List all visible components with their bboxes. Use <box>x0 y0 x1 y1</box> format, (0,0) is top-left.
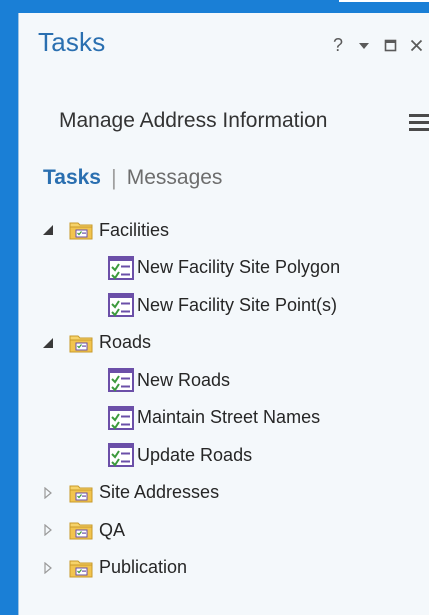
tree-group-label: Facilities <box>99 219 170 240</box>
collapsed-arrow-icon <box>44 524 52 536</box>
pane-window-controls: ? <box>325 33 429 57</box>
top-strip-nub <box>339 0 429 2</box>
tree-group-label: Site Addresses <box>99 482 220 502</box>
tab-tasks[interactable]: Tasks <box>43 166 101 190</box>
task-icon <box>108 405 134 430</box>
tree-group-site-addresses[interactable]: Site Addresses <box>41 478 219 508</box>
task-item-label: New Facility Site Polygon <box>137 257 341 277</box>
top-strip <box>0 0 429 13</box>
task-item-label: New Roads <box>137 369 231 390</box>
task-group-folder <box>69 220 93 240</box>
task-item-label: Update Roads <box>137 444 253 465</box>
task-item-label: New Facility Site Point(s) <box>137 294 338 315</box>
expand-toggle[interactable] <box>41 523 55 537</box>
expanded-arrow-icon <box>43 337 53 348</box>
tree-task-item[interactable]: New Roads <box>107 365 230 395</box>
tree-group-label: QA <box>99 519 126 540</box>
collapse-toggle[interactable] <box>41 223 55 237</box>
help-icon: ? <box>332 34 343 55</box>
tree-group-qa[interactable]: QA <box>41 515 125 545</box>
folder-icon <box>69 560 93 577</box>
tree-group-publication[interactable]: Publication <box>41 553 187 583</box>
task-item-icon <box>107 292 135 318</box>
hamburger-menu-icon <box>409 114 429 131</box>
maximize-icon <box>384 39 396 51</box>
app-frame: Tasks ? Manage Address Information Tasks… <box>0 0 429 615</box>
menu-button[interactable] <box>409 111 429 133</box>
collapsed-arrow-icon <box>44 486 52 499</box>
tree-task-item[interactable]: New Facility Site Polygon <box>107 253 340 283</box>
collapse-toggle[interactable] <box>41 336 55 350</box>
options-dropdown-icon <box>359 43 369 49</box>
maximize-button[interactable] <box>377 33 403 57</box>
task-icon <box>108 293 134 317</box>
task-group-folder <box>69 558 93 578</box>
folder-icon <box>69 522 93 540</box>
tree-group-label: Roads <box>99 332 152 352</box>
close-icon <box>410 39 422 51</box>
task-group-folder <box>69 520 93 540</box>
task-item-icon <box>107 442 135 468</box>
task-item-icon <box>107 405 135 431</box>
collapsed-arrow-icon <box>44 561 52 574</box>
task-icon <box>108 443 134 467</box>
task-icon <box>108 368 134 392</box>
expand-toggle[interactable] <box>41 561 55 575</box>
task-item-label: Maintain Street Names <box>137 407 321 427</box>
tree-task-item[interactable]: Update Roads <box>107 440 252 470</box>
task-icon <box>108 255 134 280</box>
help-button[interactable]: ? <box>325 33 351 57</box>
tab-messages[interactable]: Messages <box>127 166 223 190</box>
tab-separator: | <box>111 165 117 190</box>
tree-task-item[interactable]: Maintain Street Names <box>107 403 320 433</box>
tree-group-roads[interactable]: Roads <box>41 328 151 358</box>
task-group-folder <box>69 333 93 353</box>
tree-task-item[interactable]: New Facility Site Point(s) <box>107 290 337 320</box>
task-group-folder <box>69 483 93 503</box>
tree-group-label: Publication <box>99 557 188 577</box>
folder-icon <box>69 485 93 502</box>
options-dropdown-button[interactable] <box>351 33 377 57</box>
expand-toggle[interactable] <box>41 486 55 500</box>
project-name: Manage Address Information <box>59 109 328 132</box>
folder-icon <box>69 222 93 240</box>
pane-tabs: Tasks | Messages <box>43 165 222 191</box>
task-item-icon <box>107 255 135 281</box>
tree-group-facilities[interactable]: Facilities <box>41 215 169 245</box>
close-button[interactable] <box>403 33 429 57</box>
tasks-pane: Tasks ? Manage Address Information Tasks… <box>18 13 429 615</box>
pane-title: Tasks <box>38 27 106 57</box>
task-item-icon <box>107 367 135 393</box>
expanded-arrow-icon <box>43 225 53 235</box>
folder-icon <box>69 335 93 352</box>
